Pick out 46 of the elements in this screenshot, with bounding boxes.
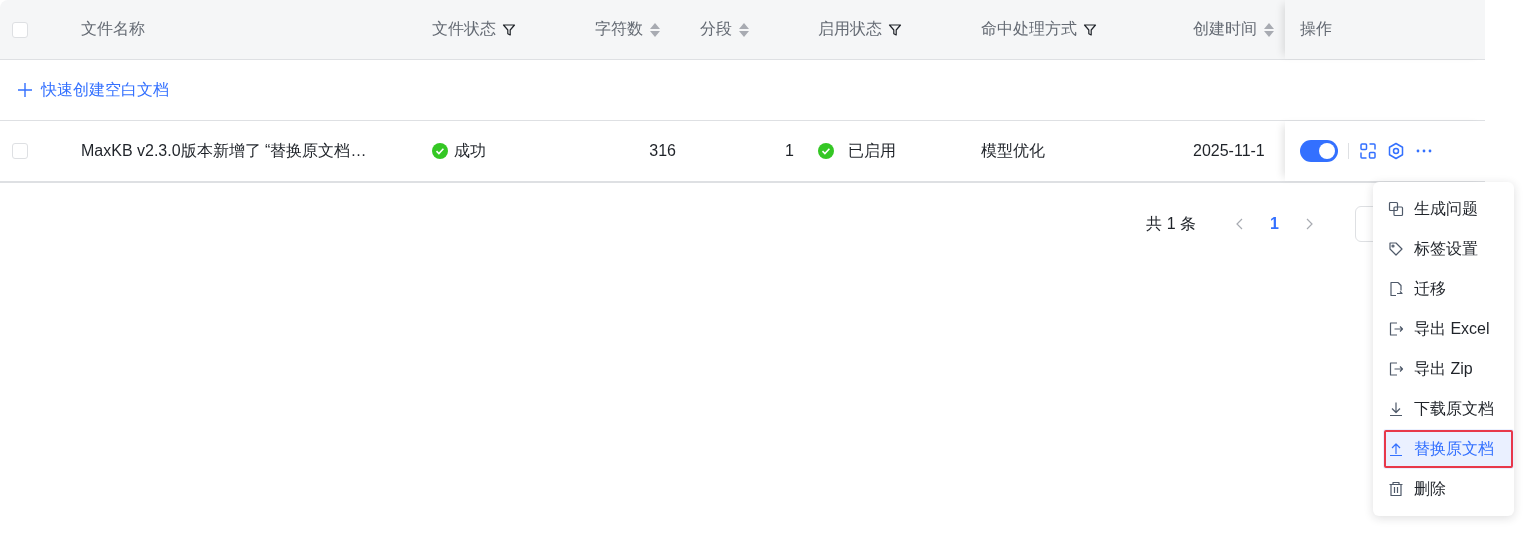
- table-cell-text: 已启用: [848, 140, 896, 161]
- menu-item[interactable]: 删除: [1373, 469, 1514, 509]
- upload-icon: [1388, 441, 1404, 457]
- success-icon: [818, 143, 834, 159]
- download-icon: [1388, 401, 1404, 417]
- column-header: 字符数: [595, 19, 643, 39]
- menu-item[interactable]: 生成问题: [1373, 189, 1514, 229]
- copy-icon: [1388, 201, 1404, 217]
- menu-item[interactable]: 导出 Zip: [1373, 349, 1514, 389]
- select-all-checkbox[interactable]: [12, 21, 28, 38]
- document-arrow-icon: [1388, 281, 1404, 297]
- filter-icon[interactable]: [1083, 22, 1097, 37]
- tag-icon: [1388, 241, 1404, 257]
- column-header: 操作: [1300, 19, 1332, 39]
- column-header: 分段: [700, 19, 732, 39]
- next-page-icon[interactable]: [1304, 218, 1314, 230]
- table-cell: 2025-11-1: [1193, 142, 1265, 160]
- table-cell-text: 成功: [454, 140, 486, 161]
- enable-toggle[interactable]: [1300, 140, 1338, 162]
- menu-item[interactable]: 替换原文档: [1383, 429, 1514, 469]
- filter-icon[interactable]: [502, 22, 516, 37]
- column-header: 文件名称: [81, 19, 145, 39]
- filter-icon[interactable]: [888, 22, 902, 37]
- table-cell-text: MaxKB v2.3.0版本新增了 “替换原文档…: [81, 140, 367, 161]
- menu-item[interactable]: 下载原文档: [1373, 389, 1514, 429]
- table-cell-text: 模型优化: [981, 140, 1045, 161]
- success-icon: [432, 143, 448, 159]
- column-header: 文件状态: [432, 19, 496, 39]
- grid-icon[interactable]: [1359, 142, 1377, 160]
- menu-item[interactable]: 导出 Excel: [1373, 309, 1514, 349]
- column-header: 命中处理方式: [981, 19, 1077, 39]
- trash-icon: [1388, 481, 1404, 497]
- menu-item[interactable]: 迁移: [1373, 269, 1514, 309]
- settings-icon[interactable]: [1387, 142, 1405, 160]
- menu-item[interactable]: 标签设置: [1373, 229, 1514, 269]
- table-cell: 316: [649, 142, 676, 160]
- column-header: 启用状态: [818, 19, 882, 39]
- plus-icon: [17, 82, 33, 98]
- quick-create-link[interactable]: 快速创建空白文档: [17, 79, 169, 101]
- total-count: 共 1 条: [1146, 213, 1197, 234]
- row-checkbox[interactable]: [12, 143, 28, 159]
- column-header: 创建时间: [1193, 19, 1257, 39]
- export-icon: [1388, 361, 1404, 377]
- table-cell: 1: [785, 142, 794, 160]
- page-number[interactable]: 1: [1270, 215, 1279, 233]
- export-icon: [1388, 321, 1404, 337]
